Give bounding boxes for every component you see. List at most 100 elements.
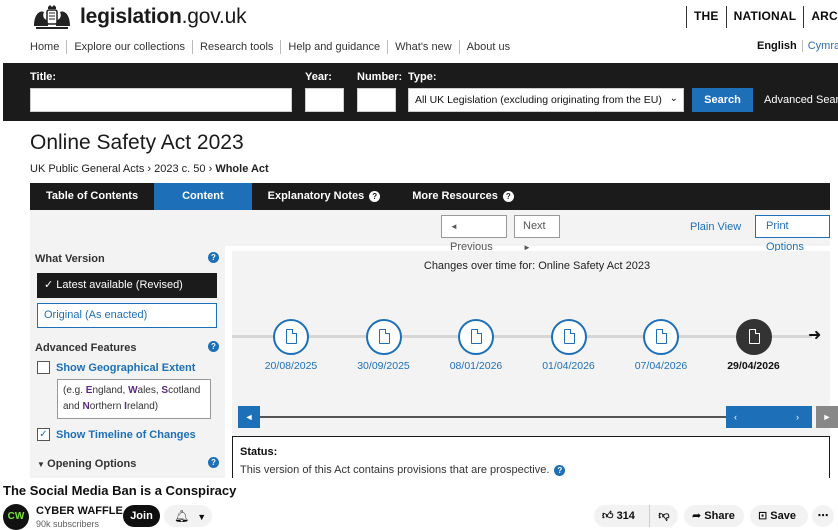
document-icon bbox=[286, 329, 297, 344]
timeline-date[interactable]: 29/04/2026 bbox=[714, 360, 794, 372]
main-nav: Home Explore our collections Research to… bbox=[30, 40, 517, 54]
breadcrumb: UK Public General Acts › 2023 c. 50 › Wh… bbox=[30, 163, 269, 175]
version-original-button[interactable]: Original (As enacted) bbox=[37, 303, 217, 328]
thumbs-up-icon: 👍︎ bbox=[602, 510, 617, 522]
document-icon bbox=[471, 329, 482, 344]
advanced-search-link[interactable]: Advanced Search bbox=[764, 94, 838, 106]
help-icon[interactable]: ? bbox=[502, 191, 514, 202]
save-button[interactable]: ⊡ Save bbox=[750, 505, 808, 527]
scroll-left-button[interactable]: ◄ bbox=[238, 406, 260, 428]
sidebar: What Version ? ✓ Latest available (Revis… bbox=[30, 246, 225, 478]
timeline-line bbox=[232, 335, 812, 338]
tab-explanatory-notes[interactable]: Explanatory Notes? bbox=[252, 183, 397, 210]
status-message: This version of this Act contains provis… bbox=[240, 464, 822, 476]
previous-button[interactable]: ◄ Previous bbox=[441, 215, 507, 253]
nav-explore[interactable]: Explore our collections bbox=[66, 40, 192, 54]
nav-home[interactable]: Home bbox=[30, 40, 66, 54]
national-archives-logo[interactable]: THE NATIONAL ARCHIVES bbox=[686, 6, 838, 28]
title-input[interactable] bbox=[30, 88, 292, 112]
breadcrumb-item[interactable]: 2023 c. 50 bbox=[154, 163, 205, 175]
nav-help[interactable]: Help and guidance bbox=[280, 40, 387, 54]
share-icon: ➦ bbox=[692, 510, 705, 522]
lang-english[interactable]: English bbox=[757, 40, 797, 52]
number-input[interactable] bbox=[357, 88, 396, 112]
video-title: The Social Media Ban is a Conspiracy bbox=[3, 483, 237, 498]
triangle-down-icon: ▼ bbox=[37, 460, 48, 469]
content-tabs: Table of Contents Content Explanatory No… bbox=[30, 183, 830, 210]
like-dislike-group: 👍︎ 314 👎︎ bbox=[594, 505, 678, 527]
type-select-value: All UK Legislation (excluding originatin… bbox=[415, 94, 662, 106]
scroll-right-button[interactable]: ► bbox=[816, 406, 838, 428]
logo-text: legislation.gov.uk bbox=[80, 5, 247, 28]
nav-about[interactable]: About us bbox=[458, 40, 517, 54]
type-label: Type: bbox=[408, 71, 437, 83]
timeline-date[interactable]: 01/04/2026 bbox=[529, 360, 609, 372]
help-icon[interactable]: ? bbox=[369, 191, 381, 202]
chevron-down-icon: ⌄ bbox=[669, 93, 678, 104]
share-button[interactable]: ➦ Share bbox=[684, 505, 744, 527]
geo-extent-label[interactable]: Show Geographical Extent bbox=[56, 362, 195, 374]
status-box: Status: This version of this Act contain… bbox=[232, 436, 830, 478]
chevron-left-icon: ‹ bbox=[734, 412, 737, 422]
timeline-scrollbar[interactable]: ◄ ‹ › ► bbox=[238, 406, 838, 428]
dislike-button[interactable]: 👎︎ bbox=[650, 505, 678, 527]
what-version-heading: What Version bbox=[35, 253, 105, 265]
next-button[interactable]: Next ► bbox=[514, 215, 560, 252]
tab-table-of-contents[interactable]: Table of Contents bbox=[30, 183, 154, 210]
status-label: Status: bbox=[240, 446, 278, 458]
breadcrumb-item[interactable]: UK Public General Acts bbox=[30, 163, 144, 175]
more-icon: ⋯ bbox=[817, 510, 829, 522]
version-latest-button[interactable]: ✓ Latest available (Revised) bbox=[37, 273, 217, 298]
notification-bell-button[interactable]: 🔔︎ ▼ bbox=[164, 505, 212, 527]
chevron-left-icon: ◄ bbox=[450, 222, 458, 231]
nav-whats-new[interactable]: What's new bbox=[387, 40, 459, 54]
info-icon[interactable]: ? bbox=[208, 457, 219, 468]
timeline-node[interactable] bbox=[735, 319, 772, 355]
info-icon[interactable]: ? bbox=[208, 341, 219, 352]
scroll-track[interactable] bbox=[260, 416, 726, 418]
page-title: Online Safety Act 2023 bbox=[30, 131, 244, 154]
browser-viewport: legislation.gov.uk THE NATIONAL ARCHIVES… bbox=[0, 0, 838, 478]
tna-word-1: THE bbox=[686, 6, 726, 28]
tab-more-resources[interactable]: More Resources? bbox=[396, 183, 530, 210]
timeline-node[interactable] bbox=[365, 319, 402, 355]
timeline-checkbox[interactable]: ✓ bbox=[37, 428, 50, 441]
type-select[interactable]: All UK Legislation (excluding originatin… bbox=[408, 88, 684, 112]
print-options-button[interactable]: Print Options bbox=[755, 215, 830, 253]
site-logo[interactable]: legislation.gov.uk bbox=[30, 4, 247, 30]
timeline-label[interactable]: Show Timeline of Changes bbox=[56, 429, 196, 441]
more-actions-button[interactable]: ⋯ bbox=[812, 505, 834, 527]
timeline-date[interactable]: 07/04/2026 bbox=[621, 360, 701, 372]
search-band: Title: Year: Number: Type: All UK Legisl… bbox=[3, 63, 838, 121]
check-icon: ✓ bbox=[44, 279, 57, 291]
timeline-date[interactable]: 08/01/2026 bbox=[436, 360, 516, 372]
timeline-node[interactable] bbox=[643, 319, 679, 355]
chevron-down-icon: ▼ bbox=[197, 512, 207, 522]
timeline-date[interactable]: 20/08/2025 bbox=[251, 360, 331, 372]
join-button[interactable]: Join bbox=[123, 505, 160, 527]
timeline-node[interactable] bbox=[273, 319, 309, 355]
thumbs-down-icon: 👎︎ bbox=[658, 510, 670, 522]
royal-crest-icon bbox=[34, 5, 70, 29]
number-label: Number: bbox=[357, 71, 403, 83]
timeline-caption: Changes over time for: Online Safety Act… bbox=[423, 260, 651, 272]
year-input[interactable] bbox=[305, 88, 344, 112]
scroll-thumb[interactable]: ‹ › bbox=[726, 406, 812, 428]
timeline-date[interactable]: 30/09/2025 bbox=[344, 360, 424, 372]
bookmark-icon: ⊡ bbox=[758, 510, 771, 522]
opening-options-heading[interactable]: ▼ Opening Options bbox=[37, 458, 136, 470]
lang-cymraeg[interactable]: Cymraeg bbox=[801, 40, 838, 52]
like-button[interactable]: 👍︎ 314 bbox=[594, 505, 650, 527]
timeline-node[interactable] bbox=[550, 319, 587, 355]
help-icon[interactable]: ? bbox=[554, 465, 566, 476]
nav-research[interactable]: Research tools bbox=[192, 40, 280, 54]
geo-extent-checkbox[interactable] bbox=[37, 361, 50, 374]
timeline-node[interactable] bbox=[458, 319, 494, 355]
search-button[interactable]: Search bbox=[692, 88, 753, 112]
geo-extent-hint: (e.g. England, Wales, Scotland and Northe… bbox=[57, 379, 211, 419]
plain-view-link[interactable]: Plain View bbox=[690, 221, 741, 233]
tab-content[interactable]: Content bbox=[154, 183, 252, 210]
channel-avatar[interactable]: CW bbox=[3, 504, 29, 530]
info-icon[interactable]: ? bbox=[208, 252, 219, 263]
channel-name[interactable]: CYBER WAFFLE bbox=[36, 505, 123, 517]
